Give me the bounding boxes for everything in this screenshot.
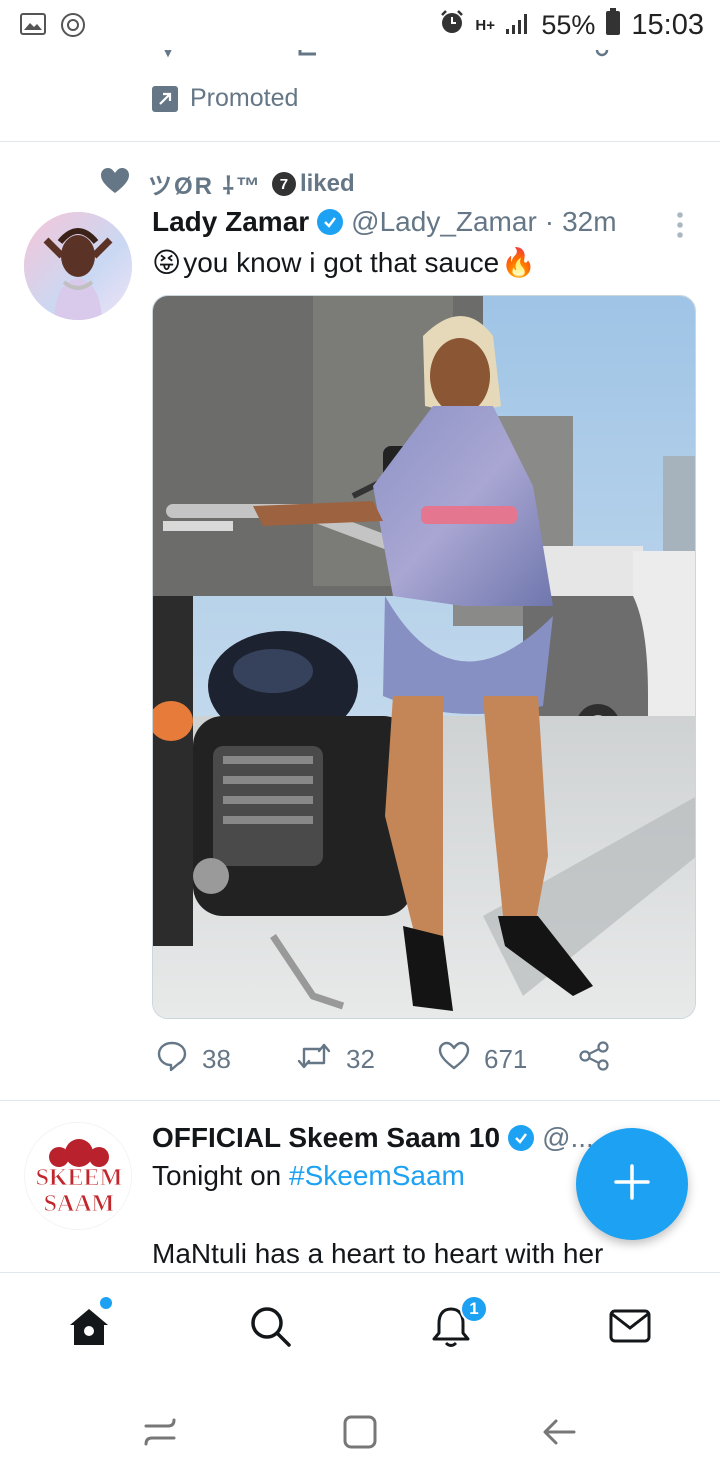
nav-home[interactable] (66, 1303, 112, 1349)
retweet-button[interactable]: 32 (296, 1041, 438, 1078)
tweet-body: Tonight on (152, 1160, 289, 1191)
compose-tweet-button[interactable] (576, 1128, 688, 1240)
avatar-logo-line1: SKEEM (36, 1165, 123, 1191)
social-context[interactable]: ツØR ⸸™ 7 liked (100, 166, 355, 202)
recent-apps-icon (144, 1418, 176, 1446)
liker-name: ツØR ⸸™ (148, 173, 262, 200)
sync-notification-icon (60, 12, 86, 43)
verified-badge-icon (508, 1125, 535, 1151)
heart-filled-icon (100, 167, 130, 202)
status-bar: H+ 55% 15:03 (0, 0, 720, 50)
emoji-tongue: 😝 (152, 247, 182, 278)
separator-dot: · (544, 206, 555, 237)
like-button[interactable]: 671 (438, 1041, 578, 1078)
home-icon (70, 1309, 108, 1345)
gallery-notification-icon (20, 12, 46, 43)
system-navigation-bar (0, 1382, 720, 1480)
promoted-icon (152, 85, 178, 112)
author-name[interactable]: OFFICIAL Skeem Saam 10 (152, 1122, 500, 1154)
tweet-text: Tonight on #SkeemSaam (152, 1160, 465, 1192)
mail-icon (609, 1309, 651, 1343)
avatar-logo-line2: SAAM (44, 1191, 115, 1217)
tweet-text: 😝 you know i got that sauce 🔥 (152, 246, 536, 279)
tweet-divider (0, 1100, 720, 1101)
emoji-fire: 🔥 (501, 247, 537, 278)
tweet-divider (0, 141, 720, 142)
hashtag-link[interactable]: #SkeemSaam (289, 1160, 465, 1191)
notification-count-badge: 1 (460, 1295, 488, 1323)
alarm-icon (439, 9, 465, 42)
tweet-timestamp[interactable]: 32m (562, 206, 616, 238)
tweet-body: you know i got that sauce (183, 246, 500, 278)
share-icon (578, 1040, 610, 1079)
battery-icon (605, 8, 621, 43)
tweet-header: Lady Zamar @Lady_Zamar · 32m (152, 206, 660, 238)
retweet-icon (296, 1041, 332, 1078)
heart-icon (438, 1041, 470, 1078)
retweet-count: 32 (346, 1044, 375, 1074)
battery-percent: 55% (541, 10, 596, 40)
nav-messages[interactable] (607, 1303, 653, 1349)
author-handle[interactable]: @Lady_Zamar (351, 206, 537, 238)
reply-icon (156, 1040, 188, 1079)
liker-badge: 7 (271, 172, 296, 196)
home-button[interactable] (340, 1412, 380, 1452)
back-button[interactable] (540, 1412, 580, 1452)
nav-search[interactable] (247, 1303, 293, 1349)
clock: 15:03 (631, 9, 704, 41)
plus-icon (612, 1162, 652, 1207)
tweet-header: OFFICIAL Skeem Saam 10 @... (152, 1122, 594, 1154)
network-type-label: H+ (475, 17, 495, 34)
back-arrow-icon (543, 1419, 576, 1445)
tweet-text-continued: MaNtuli has a heart to heart with her (152, 1238, 604, 1269)
avatar[interactable] (24, 212, 132, 320)
bottom-navigation: 1 (0, 1272, 720, 1382)
like-count: 671 (484, 1044, 528, 1074)
more-options-icon[interactable] (672, 210, 688, 245)
author-name[interactable]: Lady Zamar (152, 206, 309, 238)
tweet-photo[interactable] (152, 295, 696, 1019)
home-square-icon (343, 1415, 377, 1449)
promoted-label: Promoted (190, 84, 299, 112)
recent-apps-button[interactable] (140, 1412, 180, 1452)
signal-icon (505, 10, 531, 42)
author-handle[interactable]: @... (542, 1122, 594, 1154)
social-context-action: liked (299, 170, 355, 197)
share-button[interactable] (578, 1040, 610, 1079)
tweet-actions: 38 32 671 (156, 1040, 610, 1079)
search-icon (251, 1307, 291, 1347)
avatar[interactable]: SKEEM SAAM (24, 1122, 132, 1230)
home-new-content-dot (100, 1297, 112, 1309)
promoted-indicator: Promoted (152, 84, 298, 113)
reply-count: 38 (202, 1044, 231, 1074)
reply-button[interactable]: 38 (156, 1040, 296, 1079)
verified-badge-icon (317, 209, 344, 235)
